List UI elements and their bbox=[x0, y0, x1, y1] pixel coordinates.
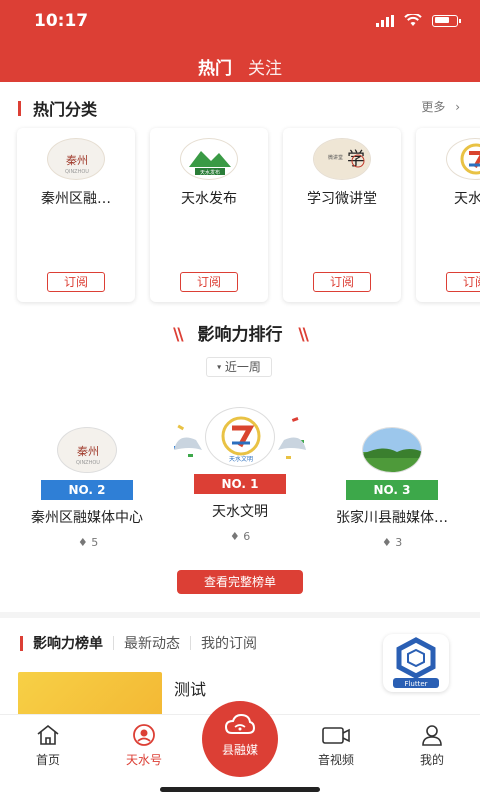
category-card[interactable]: 秦州 QINZHOU 秦州区融… 订阅 bbox=[17, 128, 135, 302]
more-link[interactable]: 更多 › bbox=[421, 98, 460, 115]
rank1-badge: NO. 1 bbox=[194, 474, 286, 494]
home-icon bbox=[8, 723, 88, 747]
nav-county-media-button[interactable]: 县融媒 bbox=[202, 701, 278, 777]
rank3-logo bbox=[362, 427, 422, 473]
svg-text:QINZHOU: QINZHOU bbox=[65, 169, 89, 175]
app-screen: 10:17 热门 关注 热门分类 更多 › 秦州 QINZHOU 秦州区融… 订阅 bbox=[0, 0, 480, 800]
like-icon: ♦ bbox=[77, 536, 88, 549]
battery-icon bbox=[432, 14, 461, 27]
svg-text:秦州: 秦州 bbox=[77, 444, 99, 458]
subscribe-button[interactable]: 订阅 bbox=[180, 272, 238, 292]
category-card[interactable]: 天水文 订阅 bbox=[416, 128, 480, 302]
like-icon: ♦ bbox=[381, 536, 392, 549]
flutter-icon: Flutter bbox=[393, 637, 439, 688]
tab-divider bbox=[190, 636, 191, 650]
subscribe-button[interactable]: 订阅 bbox=[47, 272, 105, 292]
status-time: 10:17 bbox=[34, 11, 89, 31]
svg-text:秦州: 秦州 bbox=[66, 153, 88, 167]
tab-influence-list[interactable]: 影响力榜单 bbox=[33, 633, 103, 653]
news-title[interactable]: 测试 bbox=[174, 676, 206, 700]
tab-divider bbox=[113, 636, 114, 650]
rank2-badge: NO. 2 bbox=[41, 480, 133, 500]
chevron-right-icon: › bbox=[455, 100, 460, 114]
rank2-logo: 秦州 QINZHOU bbox=[57, 427, 117, 473]
rank3-count-value: 3 bbox=[395, 536, 403, 549]
slash-decor-right: \\ bbox=[298, 325, 309, 345]
rank2-name[interactable]: 秦州区融媒体中心 bbox=[14, 507, 160, 527]
status-icons bbox=[376, 14, 461, 27]
rank1-count: ♦ 6 bbox=[212, 530, 268, 543]
signal-icon bbox=[376, 14, 394, 27]
category-name: 学习微讲堂 bbox=[307, 191, 377, 207]
nav-home-label: 首页 bbox=[35, 753, 60, 767]
period-select[interactable]: ▾ 近一周 bbox=[206, 357, 272, 377]
wifi-icon bbox=[404, 14, 422, 26]
rank1-count-value: 6 bbox=[243, 530, 251, 543]
subscribe-button[interactable]: 订阅 bbox=[446, 272, 480, 292]
ranking-title: \\ 影响力排行 \\ bbox=[0, 320, 480, 345]
tianshui-icon bbox=[104, 723, 184, 747]
view-full-list-button[interactable]: 查看完整榜单 bbox=[177, 570, 303, 594]
svg-text:天水文明: 天水文明 bbox=[229, 455, 253, 463]
nav-video-label: 音视频 bbox=[317, 753, 354, 767]
user-icon bbox=[392, 723, 472, 747]
nav-video[interactable]: 音视频 bbox=[296, 723, 376, 768]
ranking-title-label: 影响力排行 bbox=[197, 325, 283, 345]
flutter-floating-button[interactable]: Flutter bbox=[383, 634, 449, 692]
more-label: 更多 bbox=[421, 100, 446, 114]
subscribe-button[interactable]: 订阅 bbox=[313, 272, 371, 292]
section-bar bbox=[20, 635, 23, 651]
like-icon: ♦ bbox=[229, 530, 240, 543]
rank3-badge: NO. 3 bbox=[346, 480, 438, 500]
category-card[interactable]: 天水发布 天水发布 订阅 bbox=[150, 128, 268, 302]
cloud-icon bbox=[224, 713, 256, 734]
rank3-count: ♦ 3 bbox=[364, 536, 420, 549]
hot-categories-label: 热门分类 bbox=[33, 100, 98, 119]
xuexi-logo: 学 微讲堂 bbox=[313, 138, 371, 180]
tianshui-fabu-logo: 天水发布 bbox=[180, 138, 238, 180]
tab-latest[interactable]: 最新动态 bbox=[124, 633, 180, 653]
rank2-count-value: 5 bbox=[91, 536, 99, 549]
category-name: 天水发布 bbox=[181, 191, 237, 207]
nav-mine-label: 我的 bbox=[419, 753, 444, 767]
hot-categories-title: 热门分类 bbox=[18, 96, 97, 120]
nav-tianshui[interactable]: 天水号 bbox=[104, 723, 184, 768]
nav-mine[interactable]: 我的 bbox=[392, 723, 472, 768]
app-header: 10:17 热门 关注 bbox=[0, 0, 480, 82]
top-tabs: 热门 关注 bbox=[0, 54, 480, 79]
svg-text:天水发布: 天水发布 bbox=[200, 169, 220, 176]
qinzhou-logo: 秦州 QINZHOU bbox=[47, 138, 105, 180]
nav-home[interactable]: 首页 bbox=[8, 723, 88, 768]
section-bar bbox=[18, 100, 21, 116]
flutter-label: Flutter bbox=[404, 680, 427, 688]
nav-tianshui-label: 天水号 bbox=[125, 753, 162, 767]
rank1-name[interactable]: 天水文明 bbox=[180, 501, 300, 521]
tab-follow[interactable]: 关注 bbox=[248, 54, 282, 79]
period-label: 近一周 bbox=[224, 360, 261, 374]
tab-my-subscriptions[interactable]: 我的订阅 bbox=[201, 633, 257, 653]
caret-down-icon: ▾ bbox=[217, 362, 222, 372]
tianshui-wenming-logo bbox=[446, 138, 480, 180]
category-card[interactable]: 学 微讲堂 学习微讲堂 订阅 bbox=[283, 128, 401, 302]
rank3-name[interactable]: 张家川县融媒体… bbox=[310, 507, 474, 527]
svg-text:微讲堂: 微讲堂 bbox=[328, 154, 343, 161]
svg-text:QINZHOU: QINZHOU bbox=[76, 460, 100, 466]
category-name: 秦州区融… bbox=[41, 191, 111, 207]
nav-county-media-label: 县融媒 bbox=[221, 743, 258, 757]
tab-hot[interactable]: 热门 bbox=[198, 54, 232, 79]
slash-decor-left: \\ bbox=[173, 325, 184, 345]
rank1-logo: 天水文明 bbox=[205, 407, 275, 467]
feed-tabs: 影响力榜单 最新动态 我的订阅 bbox=[20, 633, 257, 653]
rank2-count: ♦ 5 bbox=[60, 536, 116, 549]
category-name: 天水文 bbox=[454, 191, 480, 207]
home-indicator bbox=[160, 787, 320, 792]
video-icon bbox=[296, 723, 376, 747]
